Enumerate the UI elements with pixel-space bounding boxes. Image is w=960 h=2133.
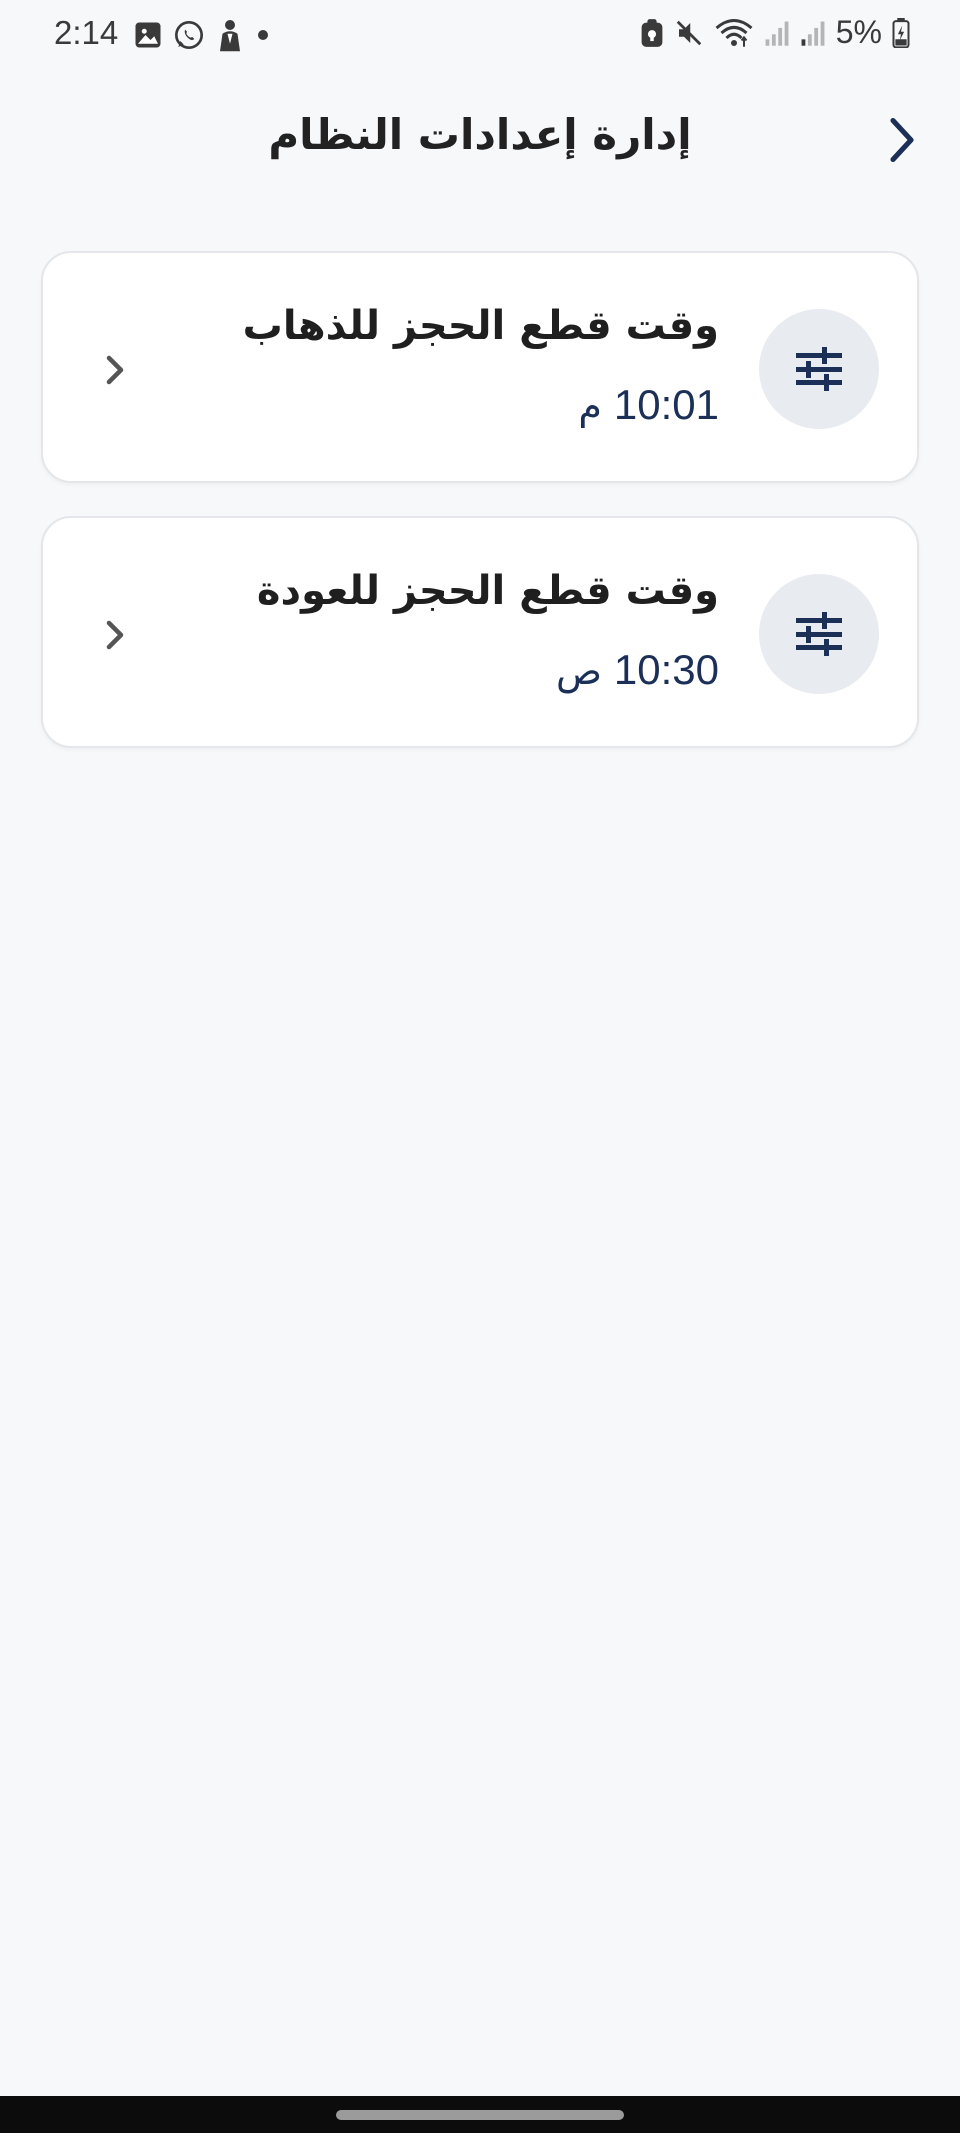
tune-icon bbox=[796, 612, 842, 656]
setting-title: وقت قطع الحجز للذهاب bbox=[242, 303, 719, 349]
status-bar: 2:14 5% bbox=[0, 0, 960, 70]
setting-time-value: 10:01 م bbox=[578, 381, 719, 429]
signal-icon bbox=[765, 21, 789, 46]
setting-time-value: 10:30 ص bbox=[556, 646, 719, 694]
setting-card-return-cutoff[interactable]: وقت قطع الحجز للعودة 10:30 ص bbox=[41, 516, 919, 748]
status-time: 2:14 bbox=[54, 14, 119, 51]
page-title: إدارة إعدادات النظام bbox=[268, 110, 692, 159]
lock-icon bbox=[641, 18, 663, 47]
image-icon bbox=[135, 22, 161, 48]
tune-icon bbox=[796, 347, 842, 391]
card-chevron bbox=[95, 345, 135, 395]
wifi-icon bbox=[715, 18, 753, 47]
home-indicator[interactable] bbox=[336, 2110, 624, 2120]
system-nav-bar bbox=[0, 2096, 960, 2133]
system-icons: 5% bbox=[640, 14, 910, 51]
setting-icon-container bbox=[759, 309, 879, 429]
whatsapp-icon bbox=[175, 21, 203, 49]
setting-period: م bbox=[578, 384, 602, 428]
card-chevron bbox=[95, 610, 135, 660]
chevron-right-icon bbox=[890, 117, 914, 163]
signal-icon bbox=[801, 21, 825, 46]
back-button[interactable] bbox=[872, 108, 932, 172]
app-header: إدارة إعدادات النظام bbox=[0, 100, 960, 180]
setting-icon-container bbox=[759, 574, 879, 694]
notification-icons bbox=[133, 18, 271, 52]
mute-icon bbox=[676, 20, 701, 45]
chevron-left-icon bbox=[106, 355, 124, 385]
chevron-left-icon bbox=[106, 620, 124, 650]
battery-icon bbox=[892, 17, 910, 48]
setting-period: ص bbox=[555, 649, 602, 693]
setting-title: وقت قطع الحجز للعودة bbox=[256, 568, 719, 614]
battery-level: 5% bbox=[835, 14, 882, 50]
setting-time: 10:01 bbox=[613, 381, 719, 428]
person-icon bbox=[220, 20, 240, 52]
setting-card-departure-cutoff[interactable]: وقت قطع الحجز للذهاب 10:01 م bbox=[41, 251, 919, 483]
dot-icon bbox=[258, 30, 268, 40]
setting-time: 10:30 bbox=[613, 646, 719, 693]
